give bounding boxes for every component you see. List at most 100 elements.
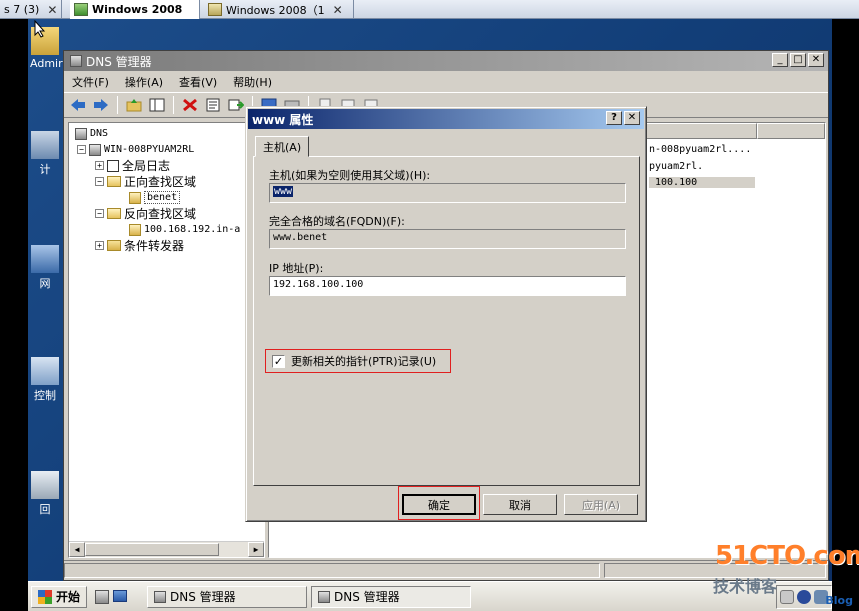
export-button[interactable] xyxy=(226,95,246,115)
ptr-checkbox-label: 更新相关的指针(PTR)记录(U) xyxy=(291,355,437,368)
vm-icon xyxy=(208,3,222,16)
tree-horizontal-scrollbar[interactable]: ◀ ▶ xyxy=(69,541,264,557)
list-cell[interactable]: n-008pyuam2rl.... xyxy=(649,144,751,155)
desktop-icon-network[interactable]: 网 xyxy=(30,245,60,291)
host-field[interactable]: www xyxy=(269,183,626,203)
ip-address-input[interactable] xyxy=(273,279,622,290)
start-button[interactable]: 开始 xyxy=(31,585,88,608)
ok-button[interactable]: 确定 xyxy=(402,494,476,515)
host-tab-strip: s 7 (3) ✕ Windows 2008 Windows 2008（1 ✕ xyxy=(0,0,859,19)
tree-item-label: 条件转发器 xyxy=(124,239,185,253)
log-icon xyxy=(107,159,119,172)
scroll-right-button[interactable]: ▶ xyxy=(248,542,264,557)
tree-item-forward-zones[interactable]: − 正向查找区域 xyxy=(95,174,196,189)
ok-button-label: 确定 xyxy=(428,498,450,512)
collapse-icon[interactable]: − xyxy=(77,145,86,154)
taskbar-item-dns-manager-active[interactable]: DNS 管理器 xyxy=(311,585,472,608)
window-titlebar[interactable]: DNS 管理器 xyxy=(64,51,828,71)
menu-view[interactable]: 查看(V) xyxy=(179,74,217,90)
tree-item-benet[interactable]: benet xyxy=(129,190,181,205)
tab-host[interactable]: 主机(A) xyxy=(255,136,310,157)
control-panel-icon xyxy=(31,357,59,385)
server-icon xyxy=(89,143,101,156)
network-icon xyxy=(31,245,59,273)
console-tree-icon xyxy=(149,98,165,112)
cancel-button[interactable]: 取消 xyxy=(483,494,557,515)
properties-button[interactable] xyxy=(203,95,223,115)
host-tab-pane: 主机(如果为空则使用其父域)(H): www 完全合格的域名(FQDN)(F):… xyxy=(253,156,640,486)
folder-icon xyxy=(107,240,121,251)
arrow-right-icon xyxy=(94,99,108,111)
tree-item-label: benet xyxy=(144,191,181,204)
list-cell-selected[interactable]: 100.100 xyxy=(649,177,755,188)
tree-item-global-logs[interactable]: + 全局日志 xyxy=(95,158,170,173)
toolbar-separator xyxy=(117,96,118,114)
ip-address-field[interactable] xyxy=(269,276,626,296)
desktop-icon-control-panel[interactable]: 控制 xyxy=(30,357,60,403)
host-tab-2-label: Windows 2008 xyxy=(92,3,183,16)
server-manager-icon[interactable] xyxy=(95,589,110,604)
help-button[interactable]: ? xyxy=(606,111,622,125)
dialog-titlebar[interactable]: www 属性 xyxy=(248,109,644,129)
recycle-bin-icon xyxy=(31,471,59,499)
desktop-icon-computer[interactable]: 计 xyxy=(30,131,60,177)
watermark-sub: 技术博客 xyxy=(713,577,778,596)
show-desktop-icon[interactable] xyxy=(113,589,128,602)
fqdn-value: www.benet xyxy=(273,232,328,243)
tree-item-dns[interactable]: DNS xyxy=(75,126,108,141)
forward-button[interactable] xyxy=(91,95,111,115)
host-tab-1[interactable]: s 7 (3) ✕ xyxy=(0,0,62,19)
collapse-icon[interactable]: − xyxy=(95,177,104,186)
tree-item-label: DNS xyxy=(90,128,109,139)
desktop-icon-label: 回 xyxy=(39,503,51,516)
windows-logo-icon xyxy=(38,589,52,604)
expand-icon[interactable]: + xyxy=(95,161,104,170)
watermark: 51CTO.com 技术博客 Blog xyxy=(709,539,859,609)
tree-item-reverse-zones[interactable]: − 反向查找区域 xyxy=(95,206,196,221)
scroll-left-button[interactable]: ◀ xyxy=(69,542,85,557)
back-button[interactable] xyxy=(68,95,88,115)
dns-icon xyxy=(75,127,87,140)
dns-icon xyxy=(154,590,167,603)
delete-button[interactable] xyxy=(180,95,200,115)
column-header[interactable] xyxy=(757,123,825,139)
menu-file[interactable]: 文件(F) xyxy=(72,74,109,90)
mouse-pointer-icon xyxy=(34,20,46,38)
folder-open-icon xyxy=(107,176,121,187)
desktop-icon-label: 计 xyxy=(39,163,51,176)
ptr-checkbox-row[interactable]: ✓ 更新相关的指针(PTR)记录(U) xyxy=(265,349,451,373)
desktop-icon-label: 控制 xyxy=(34,389,56,402)
desktop-icon-label: Admir xyxy=(30,57,63,70)
tree-item-server[interactable]: − WIN-008PYUAM2RL xyxy=(77,142,194,157)
watermark-site: Blog xyxy=(825,594,853,607)
ptr-checkbox[interactable]: ✓ xyxy=(272,354,285,368)
menu-action[interactable]: 操作(A) xyxy=(125,74,163,90)
collapse-icon[interactable]: − xyxy=(95,209,104,218)
zone-icon xyxy=(129,191,141,204)
tab-host-label: 主机(A) xyxy=(263,140,302,154)
expand-icon[interactable]: + xyxy=(95,241,104,250)
menu-help[interactable]: 帮助(H) xyxy=(233,74,272,90)
close-button[interactable]: ✕ xyxy=(624,111,640,125)
list-cell[interactable]: pyuam2rl. xyxy=(649,161,703,172)
taskbar-item-label: DNS 管理器 xyxy=(170,590,236,604)
minimize-button[interactable]: _ xyxy=(772,53,788,67)
show-hide-tree-button[interactable] xyxy=(147,95,167,115)
taskbar-item-dns-manager[interactable]: DNS 管理器 xyxy=(147,585,308,608)
close-icon[interactable]: ✕ xyxy=(47,3,57,17)
close-icon[interactable]: ✕ xyxy=(333,3,343,17)
tree-item-reverse-zone[interactable]: 100.168.192.in-a xyxy=(129,222,240,237)
scrollbar-thumb[interactable] xyxy=(85,543,219,556)
up-folder-button[interactable] xyxy=(124,95,144,115)
host-tab-3[interactable]: Windows 2008（1 ✕ xyxy=(204,0,354,19)
host-value: www xyxy=(273,186,294,197)
desktop-icon-recycle-bin[interactable]: 回 xyxy=(30,471,60,517)
tree-item-label: 反向查找区域 xyxy=(124,207,197,221)
dns-icon xyxy=(318,590,331,603)
close-button[interactable]: ✕ xyxy=(808,53,824,67)
maximize-button[interactable]: □ xyxy=(790,53,806,67)
tree-item-conditional-forwarders[interactable]: + 条件转发器 xyxy=(95,238,184,253)
www-properties-dialog: www 属性 ? ✕ 主机(A) 主机(如果为空则使用其父域)(H): www … xyxy=(245,106,647,522)
taskbar-item-label: DNS 管理器 xyxy=(334,590,400,604)
host-tab-2[interactable]: Windows 2008 xyxy=(70,0,200,19)
